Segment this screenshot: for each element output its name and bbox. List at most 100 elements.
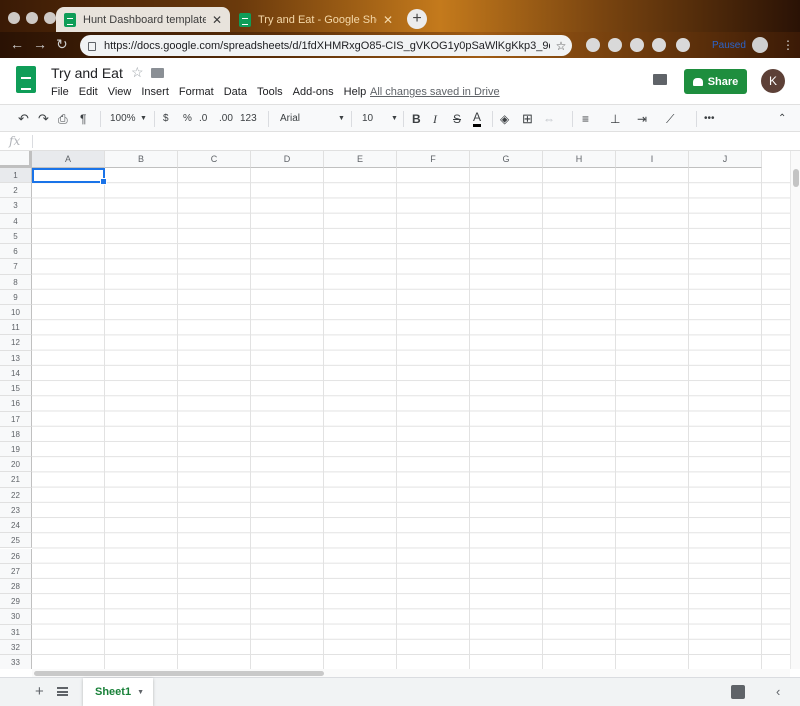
- row-header-4[interactable]: 4: [0, 213, 32, 229]
- currency-format-button[interactable]: $: [163, 111, 169, 127]
- column-header-a[interactable]: A: [32, 151, 105, 168]
- font-select[interactable]: Arial: [280, 111, 300, 127]
- side-panel-toggle-icon[interactable]: ‹: [776, 684, 780, 699]
- reload-icon[interactable]: ↻: [56, 36, 68, 53]
- window-zoom-dot[interactable]: [44, 12, 56, 24]
- back-icon[interactable]: ←: [10, 36, 24, 52]
- menu-file[interactable]: File: [51, 86, 69, 98]
- more-toolbar-button[interactable]: •••: [704, 111, 715, 127]
- text-wrap-icon[interactable]: ⇥: [637, 111, 647, 127]
- redo-icon[interactable]: ↷: [38, 111, 49, 127]
- extension-icon[interactable]: [608, 38, 622, 52]
- browser-menu-icon[interactable]: ⋮: [782, 38, 794, 52]
- row-header-25[interactable]: 25: [0, 533, 32, 549]
- row-header-29[interactable]: 29: [0, 594, 32, 610]
- add-sheet-button[interactable]: +: [35, 683, 44, 700]
- all-sheets-icon[interactable]: [57, 687, 68, 696]
- menu-insert[interactable]: Insert: [141, 86, 169, 98]
- folder-icon[interactable]: [151, 68, 164, 78]
- row-header-16[interactable]: 16: [0, 396, 32, 412]
- more-formats-button[interactable]: 123: [240, 111, 257, 127]
- bookmark-star-icon[interactable]: ☆: [550, 39, 572, 53]
- column-header-c[interactable]: C: [178, 151, 251, 168]
- extension-icon[interactable]: [586, 38, 600, 52]
- row-header-2[interactable]: 2: [0, 183, 32, 199]
- browser-tab-try-and-eat[interactable]: Try and Eat - Google Sheets ✕: [231, 7, 401, 32]
- bold-button[interactable]: B: [412, 111, 421, 127]
- address-bar[interactable]: https://docs.google.com/spreadsheets/d/1…: [80, 35, 572, 56]
- menu-tools[interactable]: Tools: [257, 86, 283, 98]
- row-header-14[interactable]: 14: [0, 365, 32, 382]
- row-header-21[interactable]: 21: [0, 472, 32, 488]
- row-header-12[interactable]: 12: [0, 335, 32, 351]
- forward-icon[interactable]: →: [33, 36, 47, 52]
- comment-history-icon[interactable]: [653, 74, 667, 85]
- borders-icon[interactable]: ⊞: [522, 111, 533, 127]
- undo-icon[interactable]: ↶: [18, 111, 29, 127]
- window-close-dot[interactable]: [8, 12, 20, 24]
- extension-icon[interactable]: [652, 38, 666, 52]
- column-header-b[interactable]: B: [105, 151, 178, 168]
- column-header-f[interactable]: F: [397, 151, 470, 168]
- zoom-select[interactable]: 100%: [110, 111, 136, 127]
- row-header-20[interactable]: 20: [0, 457, 32, 473]
- select-all-corner[interactable]: [0, 151, 32, 168]
- row-header-22[interactable]: 22: [0, 487, 32, 503]
- menu-edit[interactable]: Edit: [79, 86, 98, 98]
- menu-format[interactable]: Format: [179, 86, 214, 98]
- row-header-13[interactable]: 13: [0, 350, 32, 366]
- menu-view[interactable]: View: [108, 86, 132, 98]
- row-header-5[interactable]: 5: [0, 228, 32, 245]
- account-avatar[interactable]: K: [761, 69, 785, 93]
- window-minimize-dot[interactable]: [26, 12, 38, 24]
- row-header-26[interactable]: 26: [0, 548, 32, 564]
- print-icon[interactable]: ⎙: [58, 111, 68, 127]
- merge-cells-icon[interactable]: ⇔: [543, 111, 555, 127]
- row-header-17[interactable]: 17: [0, 411, 32, 427]
- scrollbar-thumb[interactable]: [34, 671, 324, 676]
- profile-status[interactable]: Paused: [712, 40, 746, 51]
- increase-decimal-button[interactable]: .00: [219, 111, 233, 127]
- extension-icon[interactable]: [676, 38, 690, 52]
- row-header-23[interactable]: 23: [0, 502, 32, 519]
- row-header-6[interactable]: 6: [0, 244, 32, 260]
- row-header-8[interactable]: 8: [0, 274, 32, 290]
- save-status[interactable]: All changes saved in Drive: [370, 86, 500, 98]
- row-header-27[interactable]: 27: [0, 563, 32, 579]
- row-header-10[interactable]: 10: [0, 304, 32, 321]
- profile-avatar[interactable]: [752, 37, 768, 53]
- column-header-d[interactable]: D: [251, 151, 324, 168]
- column-header-e[interactable]: E: [324, 151, 397, 168]
- row-header-18[interactable]: 18: [0, 426, 32, 442]
- horizontal-scrollbar[interactable]: [32, 669, 790, 677]
- star-icon[interactable]: ☆: [131, 64, 144, 81]
- percent-format-button[interactable]: %: [183, 111, 192, 127]
- sheet-tab-sheet1[interactable]: Sheet1 ▼: [83, 678, 153, 706]
- menu-addons[interactable]: Add-ons: [293, 86, 334, 98]
- document-title[interactable]: Try and Eat: [51, 65, 123, 81]
- vertical-scrollbar[interactable]: [790, 151, 800, 669]
- formula-bar[interactable]: fx: [0, 132, 800, 151]
- row-header-32[interactable]: 32: [0, 639, 32, 656]
- tab-close-icon[interactable]: ✕: [383, 13, 393, 27]
- text-rotation-icon[interactable]: ⟋: [666, 111, 674, 127]
- column-header-h[interactable]: H: [543, 151, 616, 168]
- horizontal-align-icon[interactable]: ≡: [582, 111, 589, 127]
- row-header-3[interactable]: 3: [0, 198, 32, 214]
- fill-color-icon[interactable]: ◈: [500, 111, 509, 127]
- sheets-logo-icon[interactable]: [16, 66, 36, 93]
- paint-format-icon[interactable]: ¶: [80, 111, 86, 127]
- row-header-11[interactable]: 11: [0, 320, 32, 336]
- browser-tab-hunt-dashboard[interactable]: Hunt Dashboard template - Go ✕: [56, 7, 230, 32]
- spreadsheet-grid[interactable]: A B C D E F G H I J 1 2 3 4 5 6 7 8 9 10 11 12 13 14 15 16 17 18 19 2…: [0, 151, 790, 669]
- selected-cell-a1[interactable]: [32, 168, 107, 185]
- tab-close-icon[interactable]: ✕: [212, 13, 222, 27]
- row-header-1[interactable]: 1: [0, 168, 32, 184]
- menu-help[interactable]: Help: [344, 86, 367, 98]
- row-header-24[interactable]: 24: [0, 518, 32, 534]
- extension-icon[interactable]: [630, 38, 644, 52]
- menu-data[interactable]: Data: [224, 86, 247, 98]
- column-header-g[interactable]: G: [470, 151, 543, 168]
- italic-button[interactable]: I: [433, 111, 437, 127]
- row-header-30[interactable]: 30: [0, 609, 32, 625]
